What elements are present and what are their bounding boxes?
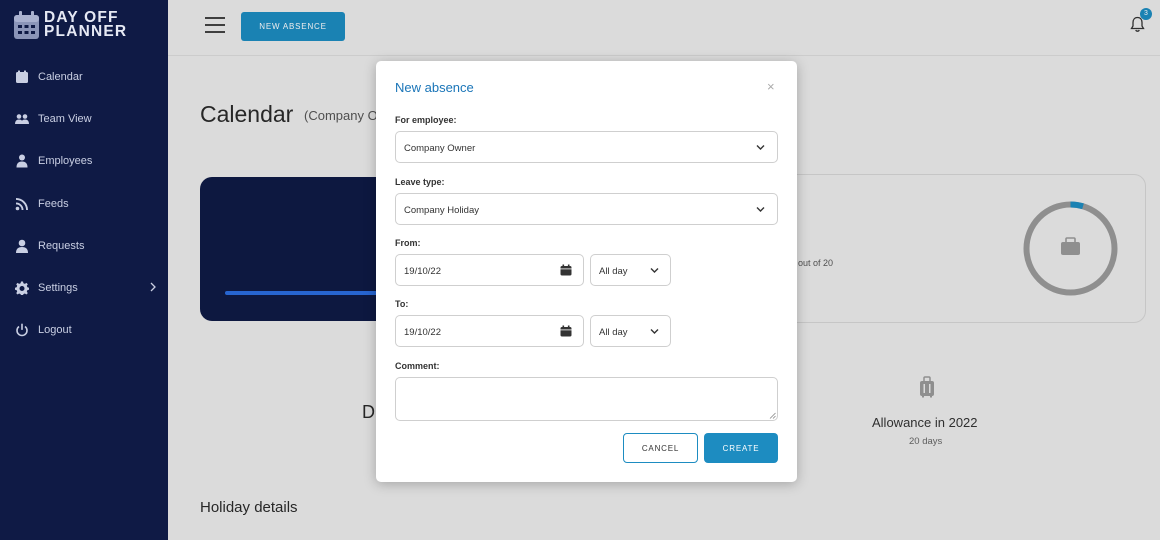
- to-label: To:: [395, 299, 409, 309]
- dialog-title: New absence: [395, 80, 474, 95]
- from-date-value: 19/10/22: [404, 266, 441, 277]
- sidebar-item-label: Logout: [38, 324, 72, 337]
- leave-type-label: Leave type:: [395, 177, 445, 187]
- chevron-down-icon: [756, 207, 765, 212]
- chevron-down-icon: [756, 145, 765, 150]
- brand-logo[interactable]: DAY OFF PLANNER: [13, 10, 127, 40]
- sidebar-item-label: Team View: [38, 113, 92, 126]
- sidebar: DAY OFF PLANNER Calendar Team View Emplo…: [0, 0, 168, 540]
- calendar-icon[interactable]: [560, 264, 572, 276]
- team-icon: [15, 114, 29, 125]
- from-date-input[interactable]: 19/10/22: [395, 254, 584, 286]
- chevron-down-icon: [650, 329, 659, 334]
- sidebar-item-calendar[interactable]: Calendar: [0, 56, 168, 98]
- sidebar-item-label: Calendar: [38, 71, 83, 84]
- from-label: From:: [395, 238, 421, 248]
- power-icon: [16, 323, 28, 337]
- to-date-input[interactable]: 19/10/22: [395, 315, 584, 347]
- leave-type-select[interactable]: Company Holiday: [395, 193, 778, 225]
- sidebar-item-label: Employees: [38, 155, 93, 168]
- rss-icon: [15, 197, 28, 210]
- to-day-select[interactable]: All day: [590, 315, 671, 347]
- sidebar-item-label: Requests: [38, 239, 85, 252]
- to-date-value: 19/10/22: [404, 327, 441, 338]
- close-icon[interactable]: ×: [767, 79, 775, 94]
- sidebar-item-label: Feeds: [38, 197, 69, 210]
- comment-label: Comment:: [395, 361, 440, 371]
- sidebar-item-label: Settings: [38, 282, 78, 295]
- sidebar-item-feeds[interactable]: Feeds: [0, 183, 168, 225]
- resize-handle-icon[interactable]: [769, 412, 776, 419]
- leave-type-value: Company Holiday: [404, 205, 479, 216]
- sidebar-nav: Calendar Team View Employees Feeds Reque…: [0, 56, 168, 351]
- calendar-icon[interactable]: [560, 325, 572, 337]
- chevron-down-icon: [650, 268, 659, 273]
- create-button[interactable]: CREATE: [704, 433, 778, 463]
- sidebar-item-settings[interactable]: Settings: [0, 267, 168, 309]
- user-icon: [16, 239, 28, 253]
- calendar-icon: [16, 70, 28, 84]
- new-absence-dialog: New absence × For employee: Company Owne…: [376, 61, 797, 482]
- cancel-button[interactable]: CANCEL: [623, 433, 698, 463]
- employee-value: Company Owner: [404, 143, 476, 154]
- gear-icon: [15, 281, 29, 296]
- chevron-right-icon: [150, 282, 156, 292]
- employees-icon: [16, 154, 28, 168]
- sidebar-item-logout[interactable]: Logout: [0, 309, 168, 351]
- employee-select[interactable]: Company Owner: [395, 131, 778, 163]
- employee-label: For employee:: [395, 115, 457, 125]
- comment-textarea[interactable]: [395, 377, 778, 421]
- to-day-value: All day: [599, 327, 628, 338]
- calendar-logo-icon: [14, 11, 39, 39]
- brand-line-2: PLANNER: [44, 23, 128, 40]
- sidebar-item-employees[interactable]: Employees: [0, 140, 168, 182]
- sidebar-item-requests[interactable]: Requests: [0, 225, 168, 267]
- sidebar-item-team-view[interactable]: Team View: [0, 98, 168, 140]
- from-day-value: All day: [599, 266, 628, 277]
- from-day-select[interactable]: All day: [590, 254, 671, 286]
- brand-name: DAY OFF PLANNER: [44, 10, 128, 40]
